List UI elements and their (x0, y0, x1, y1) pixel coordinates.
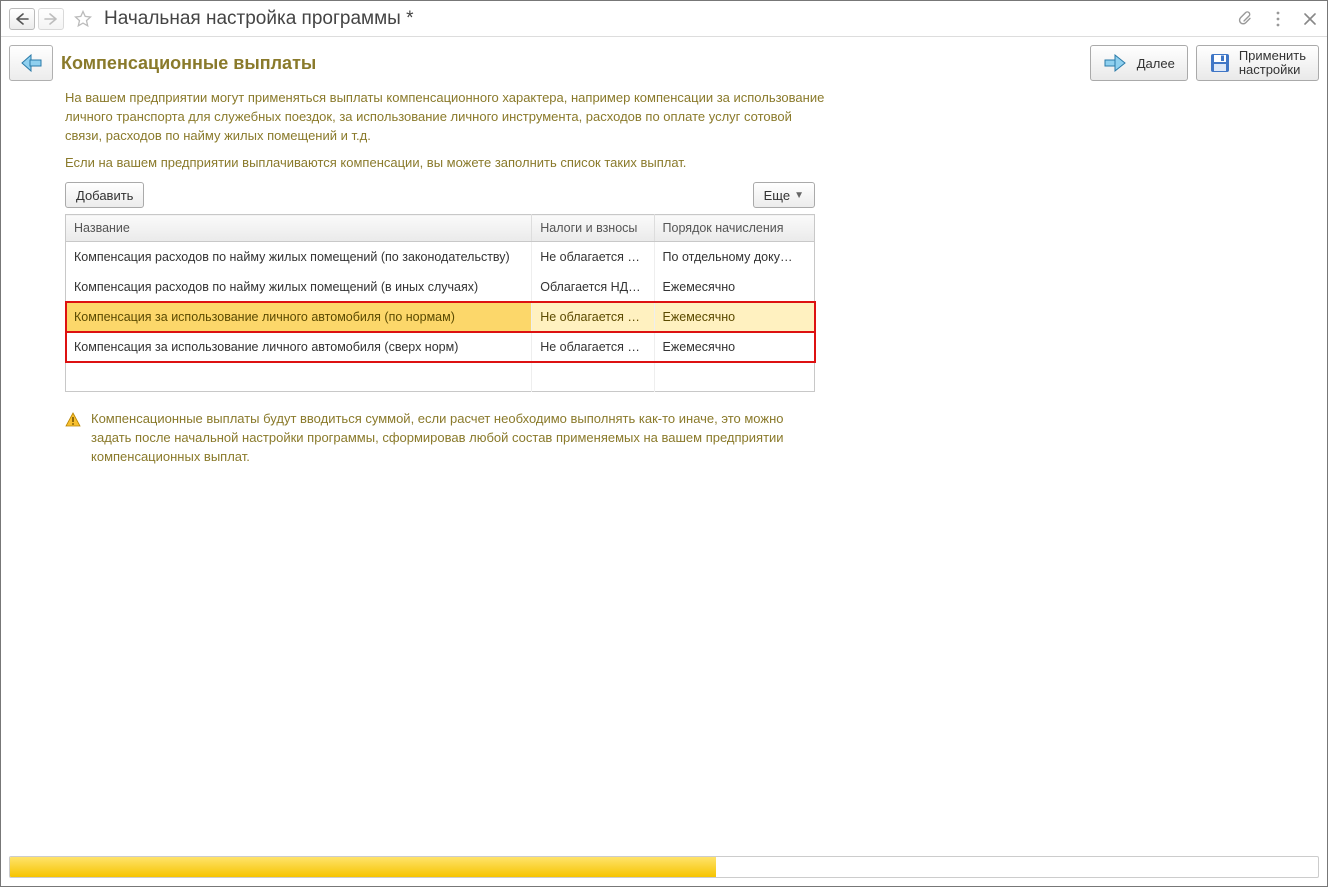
cell-name: Компенсация расходов по найму жилых поме… (66, 272, 532, 302)
apply-button-line2: настройки (1239, 63, 1306, 77)
dots-vertical-icon (1276, 11, 1280, 27)
chevron-down-icon: ▼ (794, 190, 804, 201)
topbar: Начальная настройка программы * (1, 1, 1327, 37)
progress-bar-fill (10, 857, 716, 877)
table-row[interactable]: Компенсация за использование личного авт… (66, 332, 815, 362)
cell-tax: Не облагается … (532, 242, 654, 272)
table-row[interactable]: Компенсация расходов по найму жилых поме… (66, 272, 815, 302)
panel-header: Компенсационные выплаты Далее Применить (9, 45, 1319, 81)
header-order[interactable]: Порядок начисления (654, 215, 814, 242)
nav-forward-button[interactable] (38, 8, 64, 30)
intro-text: На вашем предприятии могут применяться в… (65, 89, 829, 172)
arrow-right-big-icon (1103, 53, 1129, 73)
more-button-label: Еще (764, 188, 790, 203)
warning-text: Компенсационные выплаты будут вводиться … (91, 410, 815, 467)
header-name[interactable]: Название (66, 215, 532, 242)
wizard-progress (9, 856, 1319, 878)
table-empty-row (66, 362, 815, 392)
warning-icon (65, 412, 81, 428)
apply-button-line1: Применить (1239, 49, 1306, 63)
cell-tax: Не облагается … (532, 302, 654, 332)
close-icon (1304, 13, 1316, 25)
panel-title: Компенсационные выплаты (61, 53, 1082, 74)
apply-settings-button[interactable]: Применить настройки (1196, 45, 1319, 81)
wizard-back-button[interactable] (9, 45, 53, 81)
save-icon (1209, 52, 1231, 74)
table-header-row: Название Налоги и взносы Порядок начисле… (66, 215, 815, 242)
add-button-label: Добавить (76, 188, 133, 203)
cell-name: Компенсация за использование личного авт… (66, 332, 532, 362)
page-title: Начальная настройка программы * (104, 8, 1233, 30)
cell-name: Компенсация расходов по найму жилых поме… (66, 242, 532, 272)
cell-tax: Облагается НД… (532, 272, 654, 302)
cell-order: Ежемесячно (654, 302, 814, 332)
cell-tax: Не облагается … (532, 332, 654, 362)
paperclip-icon (1238, 11, 1254, 27)
next-button[interactable]: Далее (1090, 45, 1188, 81)
arrow-right-icon (44, 13, 58, 25)
compensation-table[interactable]: Название Налоги и взносы Порядок начисле… (65, 214, 815, 392)
arrow-left-big-icon (17, 52, 45, 74)
star-icon (74, 10, 92, 28)
arrow-left-icon (15, 13, 29, 25)
next-button-label: Далее (1137, 56, 1175, 71)
intro-p1: На вашем предприятии могут применяться в… (65, 89, 829, 146)
intro-p2: Если на вашем предприятии выплачиваются … (65, 154, 829, 173)
table-row[interactable]: Компенсация расходов по найму жилых поме… (66, 242, 815, 272)
link-icon[interactable] (1237, 10, 1255, 28)
warning-block: Компенсационные выплаты будут вводиться … (65, 410, 815, 467)
progress-area (1, 848, 1327, 886)
more-button[interactable]: Еще ▼ (753, 182, 815, 208)
cell-order: По отдельному доку… (654, 242, 814, 272)
add-button[interactable]: Добавить (65, 182, 144, 208)
content-area: Компенсационные выплаты Далее Применить (1, 37, 1327, 848)
favorite-toggle[interactable] (72, 8, 94, 30)
nav-back-button[interactable] (9, 8, 35, 30)
more-menu[interactable] (1269, 10, 1287, 28)
header-tax[interactable]: Налоги и взносы (532, 215, 654, 242)
cell-order: Ежемесячно (654, 272, 814, 302)
cell-name: Компенсация за использование личного авт… (66, 302, 532, 332)
close-button[interactable] (1301, 10, 1319, 28)
cell-order: Ежемесячно (654, 332, 814, 362)
table-row-selected[interactable]: Компенсация за использование личного авт… (66, 302, 815, 332)
